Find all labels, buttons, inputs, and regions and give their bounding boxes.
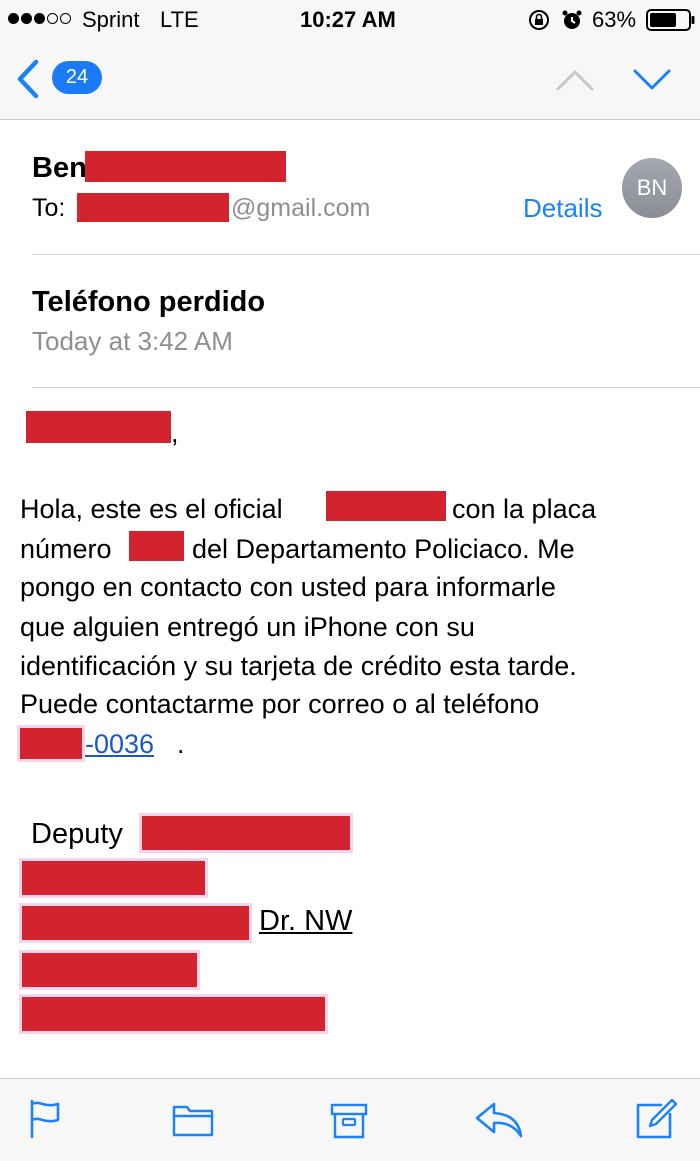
redaction-block bbox=[22, 997, 325, 1031]
network-label: LTE bbox=[160, 7, 199, 32]
signature-street: Dr. NW bbox=[259, 905, 353, 937]
battery-icon bbox=[646, 9, 695, 31]
redaction-block bbox=[142, 816, 350, 850]
divider bbox=[32, 387, 700, 388]
redaction-block bbox=[77, 193, 229, 222]
signal-dot-empty-icon bbox=[60, 13, 71, 24]
email-date: Today at 3:42 AM bbox=[32, 326, 233, 356]
carrier-label: Sprint bbox=[82, 7, 140, 32]
sender-name: Ben bbox=[32, 152, 87, 184]
reply-icon[interactable] bbox=[474, 1101, 524, 1139]
nav-bar: 24 bbox=[0, 40, 700, 120]
flag-icon[interactable] bbox=[28, 1099, 62, 1139]
back-chevron-icon[interactable] bbox=[14, 59, 42, 99]
body-line: Puede contactarme por correo o al teléfo… bbox=[20, 689, 540, 719]
body-line: número bbox=[20, 534, 112, 564]
signature-title: Deputy bbox=[31, 818, 123, 850]
next-message-icon[interactable] bbox=[632, 68, 672, 92]
redaction-block bbox=[22, 953, 197, 987]
redaction-block bbox=[326, 491, 446, 521]
signal-dot-icon bbox=[34, 13, 45, 24]
body-line: pongo en contacto con usted para informa… bbox=[20, 572, 556, 602]
body-line: que alguien entregó un iPhone con su bbox=[20, 612, 475, 642]
signal-dot-icon bbox=[8, 13, 19, 24]
body-line: Hola, este es el oficial bbox=[20, 494, 283, 524]
details-link[interactable]: Details bbox=[523, 193, 602, 224]
previous-message-icon[interactable] bbox=[555, 68, 595, 92]
email-subject: Teléfono perdido bbox=[32, 286, 266, 318]
body-line: del Departamento Policiaco. Me bbox=[192, 534, 575, 564]
alarm-icon bbox=[562, 10, 582, 29]
folder-icon[interactable] bbox=[172, 1103, 214, 1137]
compose-icon[interactable] bbox=[634, 1097, 678, 1141]
bottom-toolbar bbox=[0, 1078, 700, 1161]
signal-dot-empty-icon bbox=[47, 13, 58, 24]
unread-count-badge[interactable]: 24 bbox=[52, 61, 102, 94]
orientation-lock-icon bbox=[529, 10, 549, 30]
divider bbox=[32, 254, 700, 255]
battery-percent: 63% bbox=[592, 7, 637, 32]
body-line: con la placa bbox=[452, 494, 597, 524]
redaction-block bbox=[22, 861, 205, 895]
redaction-block bbox=[20, 728, 82, 759]
to-label: To: bbox=[32, 194, 66, 222]
status-bar: Sprint LTE 10:27 AM 63% bbox=[0, 0, 700, 40]
signal-dot-icon bbox=[21, 13, 32, 24]
redaction-block bbox=[85, 151, 286, 182]
status-time: 10:27 AM bbox=[300, 7, 396, 32]
redaction-block bbox=[26, 411, 171, 443]
body-punctuation: . bbox=[177, 729, 185, 759]
greeting-punctuation: , bbox=[171, 418, 179, 448]
sender-avatar[interactable]: BN bbox=[622, 158, 682, 218]
recipient-domain: @gmail.com bbox=[231, 194, 371, 222]
body-line: identificación y su tarjeta de crédito e… bbox=[20, 651, 577, 681]
redaction-block bbox=[129, 531, 184, 561]
redaction-block bbox=[22, 906, 249, 940]
phone-number-link[interactable]: -0036 bbox=[85, 729, 154, 760]
archive-icon[interactable] bbox=[330, 1103, 368, 1139]
